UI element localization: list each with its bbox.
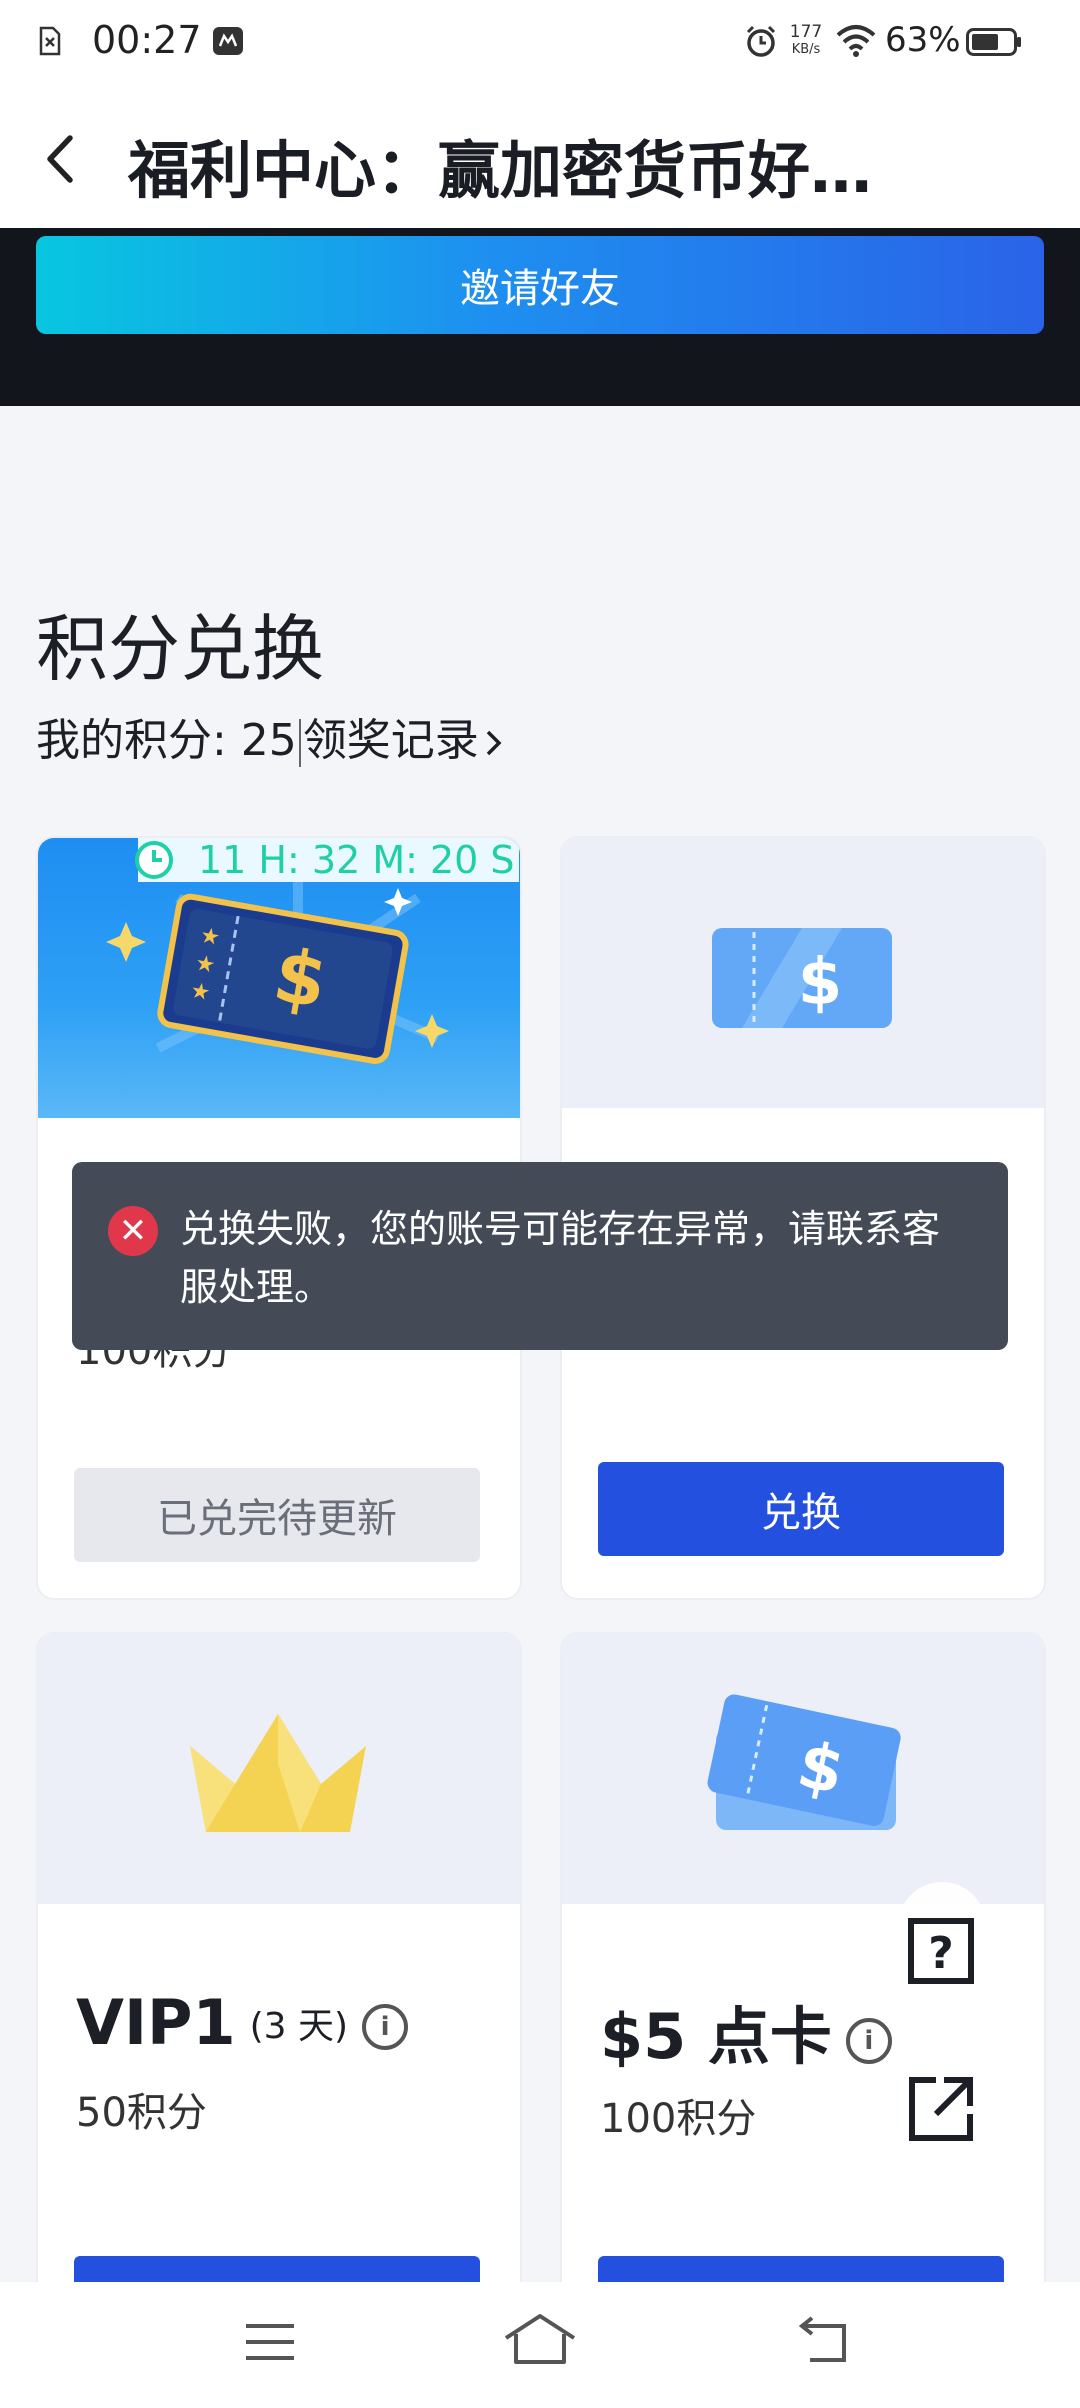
- card-media: $: [562, 1634, 1044, 1904]
- section-title: 积分兑换: [36, 607, 325, 691]
- back-button[interactable]: [42, 132, 78, 186]
- redeem-button[interactable]: 兑换: [598, 1462, 1004, 1556]
- error-icon: ✕: [108, 1206, 158, 1256]
- toast-message: 兑换失败，您的账号可能存在异常，请联系客服处理。: [180, 1207, 941, 1309]
- home-icon[interactable]: [502, 2312, 578, 2366]
- reward-records-link[interactable]: 领奖记录: [303, 715, 503, 766]
- card-media: $: [562, 838, 1044, 1108]
- app-notification-icon: [213, 27, 243, 55]
- countdown-text: 11 H: 32 M: 20 S: [198, 838, 515, 882]
- svg-text:?: ?: [928, 1928, 954, 1979]
- menu-icon[interactable]: [242, 2320, 298, 2364]
- back-arrow-icon[interactable]: [794, 2316, 852, 2366]
- cash-ticket-stack-icon: $: [707, 1694, 901, 1830]
- share-icon[interactable]: [906, 2074, 976, 2144]
- wifi-icon: [836, 25, 876, 57]
- text-cursor: [298, 719, 301, 767]
- battery-percent: 63%: [885, 20, 961, 60]
- vip-name: VIP1: [76, 1986, 236, 2059]
- card-media: [38, 1634, 520, 1904]
- card-points: 100积分: [600, 2096, 757, 2142]
- countdown-badge: 11 H: 32 M: 20 S: [135, 838, 519, 882]
- alarm-icon: [746, 25, 776, 57]
- chevron-right-icon: [486, 730, 502, 756]
- sold-out-button[interactable]: 已兑完待更新: [74, 1468, 480, 1562]
- reward-card-vip: VIP1 (3 天) i 50积分: [36, 1632, 522, 2316]
- battery-icon: [966, 28, 1021, 56]
- cash-ticket-icon: $: [712, 928, 892, 1028]
- card-media: $ ★ ★ ★ 11 H: 32 M: 20 S: [38, 838, 520, 1118]
- svg-text:$: $: [798, 946, 843, 1020]
- clock-icon: [135, 841, 173, 879]
- card-points: 50积分: [76, 2090, 207, 2136]
- card-title: $5 点卡 i: [600, 1986, 892, 2076]
- system-nav-bar: [0, 2282, 1080, 2408]
- status-bar: 00:27 177 KB/s 63%: [0, 0, 1080, 86]
- net-speed: 177 KB/s: [786, 22, 826, 57]
- my-points-label: 我的积分: 25: [36, 715, 297, 766]
- reward-records-label: 领奖记录: [302, 715, 479, 766]
- net-speed-unit: KB/s: [791, 42, 821, 57]
- points-summary: 我的积分: 25 领奖记录: [36, 704, 503, 768]
- page-title: 福利中心：赢加密货币好…: [128, 134, 873, 207]
- vip-duration: (3 天): [249, 2006, 349, 2047]
- net-speed-value: 177: [789, 22, 823, 42]
- invite-friends-button[interactable]: 邀请好友: [36, 236, 1044, 334]
- top-app-bar: 福利中心：赢加密货币好…: [0, 86, 1080, 228]
- card-5-dollar-name: $5 点卡: [600, 2000, 832, 2073]
- info-icon[interactable]: i: [362, 2003, 409, 2050]
- help-icon[interactable]: ?: [906, 1916, 976, 1986]
- sim-card-icon: [39, 26, 61, 56]
- error-toast: ✕ 兑换失败，您的账号可能存在异常，请联系客服处理。: [72, 1162, 1008, 1350]
- card-title: VIP1 (3 天) i: [76, 1986, 409, 2059]
- crown-icon: [190, 1714, 366, 1832]
- status-time: 00:27: [92, 18, 202, 62]
- info-icon[interactable]: i: [845, 2017, 892, 2064]
